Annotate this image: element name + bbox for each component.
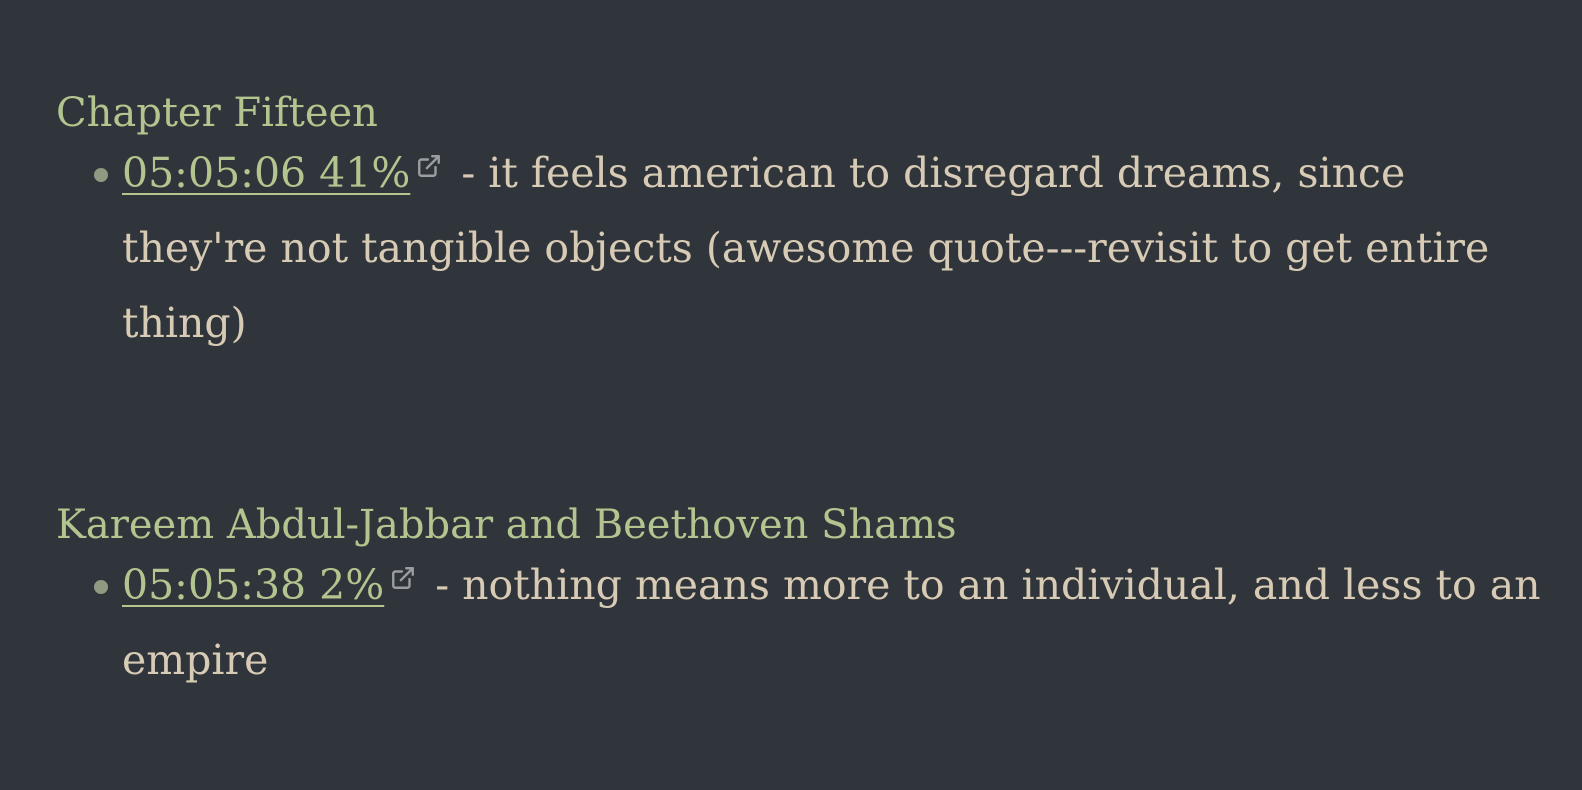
external-link-icon[interactable] [416, 153, 442, 179]
highlight-item: 05:05:06 41% - it feels american to disr… [56, 136, 1542, 361]
timestamp-link[interactable]: 05:05:06 41% [122, 149, 410, 197]
bullet-icon [94, 168, 108, 182]
highlight-list: 05:05:38 2% - nothing means more to an i… [56, 548, 1542, 698]
chapter-section: Chapter Fifteen 05:05:06 41% - it feels … [56, 86, 1542, 361]
notes-page: Chapter Fifteen 05:05:06 41% - it feels … [0, 0, 1582, 790]
highlight-list: 05:05:06 41% - it feels american to disr… [56, 136, 1542, 361]
bullet-icon [94, 580, 108, 594]
chapter-heading: Chapter Fifteen [56, 90, 378, 136]
chapter-heading: Kareem Abdul-Jabbar and Beethoven Shams [56, 502, 957, 548]
external-link-icon[interactable] [390, 565, 416, 591]
chapter-section: Kareem Abdul-Jabbar and Beethoven Shams … [56, 498, 1542, 698]
timestamp-link[interactable]: 05:05:38 2% [122, 561, 384, 609]
highlight-item: 05:05:38 2% - nothing means more to an i… [56, 548, 1542, 698]
